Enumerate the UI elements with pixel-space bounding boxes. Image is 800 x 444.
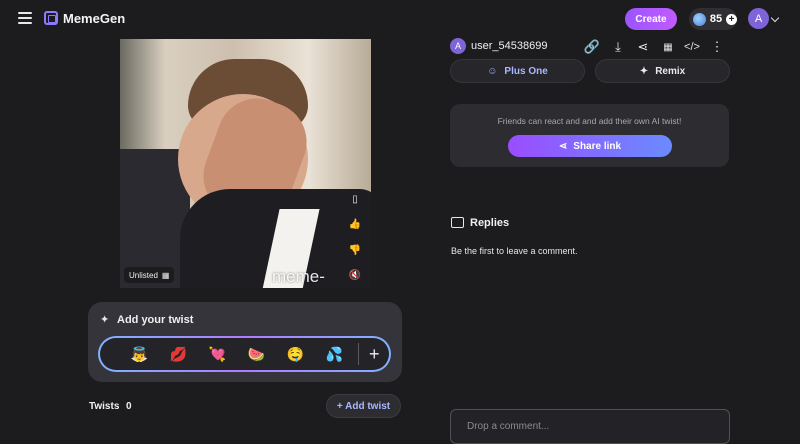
empty-comments-text: Be the first to leave a comment.	[451, 246, 578, 256]
plus-one-button[interactable]: ☺ Plus One	[450, 59, 585, 83]
comment-input[interactable]	[450, 409, 730, 444]
replies-title: Replies	[470, 217, 510, 229]
comment-icon	[451, 217, 464, 228]
embed-icon[interactable]: </>	[683, 38, 701, 56]
credits-badge[interactable]: 85 +	[689, 8, 737, 30]
add-twist-button[interactable]: + Add twist	[326, 394, 401, 418]
author-avatar[interactable]: A	[450, 38, 466, 54]
share-icon: ⋖	[558, 140, 568, 152]
divider	[358, 343, 359, 365]
emoji-watermelon[interactable]: 🍉	[237, 346, 276, 363]
logo-icon[interactable]	[44, 11, 58, 25]
plus-icon[interactable]: +	[726, 13, 737, 25]
emoji-bar: 👼 💋 💘 🍉 🤤 💦 +	[98, 336, 391, 372]
sparkle-icon: ✦	[639, 65, 649, 77]
avatar[interactable]: A	[748, 8, 769, 29]
more-emoji-button[interactable]: +	[369, 344, 380, 365]
menu-icon[interactable]	[18, 12, 32, 24]
author-name[interactable]: user_54538699	[471, 40, 547, 52]
emoji-kiss[interactable]: 💋	[159, 346, 198, 363]
plus-one-label: Plus One	[504, 65, 548, 77]
credits-count: 85	[709, 13, 723, 25]
visibility-badge[interactable]: Unlisted ▦	[124, 267, 175, 283]
share-link-button[interactable]: ⋖ Share link	[508, 135, 672, 157]
twists-label: Twists	[89, 401, 120, 412]
meme-image: ▯ 👍 👎 🔇 Unlisted ▦ meme-gen.ai	[120, 39, 371, 288]
coin-icon	[693, 12, 706, 26]
visibility-label: Unlisted	[129, 270, 158, 280]
emoji-angel[interactable]: 👼	[120, 346, 159, 363]
remix-button[interactable]: ✦ Remix	[595, 59, 730, 83]
plus-one-icon: ☺	[487, 65, 498, 77]
create-button[interactable]: Create	[625, 8, 677, 30]
watermark: meme-gen.ai	[272, 267, 325, 288]
twist-title: Add your twist	[117, 314, 194, 326]
chevron-down-icon[interactable]	[770, 13, 780, 23]
more-icon[interactable]: ⋮	[708, 38, 726, 56]
thumbs-up-icon[interactable]: 👍	[347, 216, 363, 232]
link-icon[interactable]: 🔗	[583, 38, 601, 56]
bookmark-icon[interactable]: ▯	[347, 191, 363, 207]
qr-code-icon[interactable]: ▦	[659, 38, 677, 56]
thumbs-down-icon[interactable]: 👎	[347, 242, 363, 258]
qr-code-icon: ▦	[161, 270, 170, 280]
app-title[interactable]: MemeGen	[63, 11, 125, 26]
remix-label: Remix	[655, 65, 686, 77]
download-icon[interactable]: ⤓	[609, 38, 627, 56]
share-icon[interactable]: ⋖	[634, 38, 652, 56]
sparkle-icon: ✦	[100, 314, 110, 326]
emoji-sweat-drops[interactable]: 💦	[315, 346, 354, 363]
emoji-heart-arrow[interactable]: 💘	[198, 346, 237, 363]
emoji-drool[interactable]: 🤤	[276, 346, 315, 363]
twists-count: 0	[126, 401, 132, 412]
share-text: Friends can react and and add their own …	[497, 116, 682, 126]
share-link-label: Share link	[573, 140, 622, 152]
